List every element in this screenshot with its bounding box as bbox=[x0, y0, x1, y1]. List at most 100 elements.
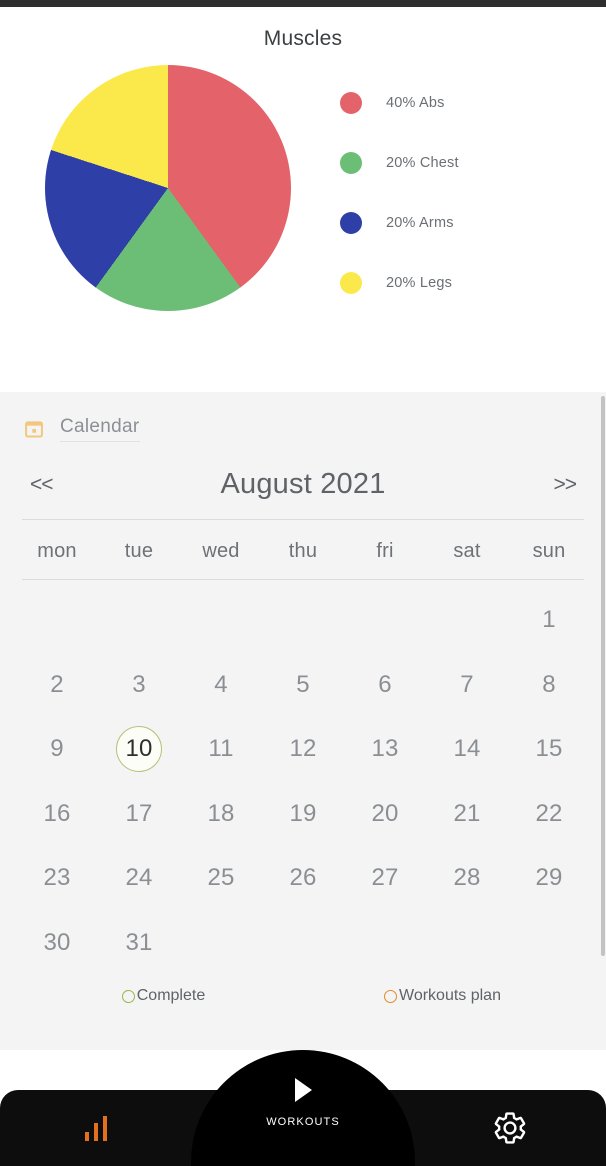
calendar-day-22[interactable]: 22 bbox=[508, 782, 590, 847]
calendar-day-label: 19 bbox=[289, 799, 317, 827]
calendar-day-27[interactable]: 27 bbox=[344, 846, 426, 911]
month-navigation: << August 2021 >> bbox=[0, 442, 606, 501]
calendar-day-empty bbox=[426, 911, 508, 976]
calendar-day-4[interactable]: 4 bbox=[180, 653, 262, 718]
calendar-day-16[interactable]: 16 bbox=[16, 782, 98, 847]
weekday-tue: tue bbox=[124, 540, 154, 562]
legend-label-legs: 20% Legs bbox=[386, 275, 453, 291]
circle-outline-icon-complete bbox=[121, 989, 135, 1003]
legend-color-swatch-abs bbox=[340, 92, 362, 114]
next-month-button[interactable]: >> bbox=[516, 473, 577, 497]
calendar-day-9[interactable]: 9 bbox=[16, 717, 98, 782]
legend-item-legs: 20% Legs bbox=[340, 253, 580, 313]
calendar-day-7[interactable]: 7 bbox=[426, 653, 508, 718]
calendar-day-21[interactable]: 21 bbox=[426, 782, 508, 847]
calendar-day-label: 20 bbox=[371, 799, 399, 827]
weekday-sun: sun bbox=[532, 540, 566, 562]
play-icon bbox=[294, 1078, 312, 1102]
pie-chart bbox=[45, 65, 291, 311]
calendar-day-28[interactable]: 28 bbox=[426, 846, 508, 911]
calendar-day-label bbox=[526, 920, 572, 966]
calendar-day-label: 2 bbox=[50, 670, 64, 698]
calendar-icon bbox=[25, 421, 43, 438]
legend-label-abs: 40% Abs bbox=[386, 95, 445, 111]
legend-item-abs: 40% Abs bbox=[340, 73, 580, 133]
calendar-day-13[interactable]: 13 bbox=[344, 717, 426, 782]
workouts-button-label: WORKOUTS bbox=[266, 1116, 340, 1128]
workouts-button[interactable]: WORKOUTS bbox=[191, 1050, 415, 1166]
calendar-day-6[interactable]: 6 bbox=[344, 653, 426, 718]
calendar-day-1[interactable]: 1 bbox=[508, 588, 590, 653]
nav-item-settings[interactable] bbox=[414, 1090, 606, 1166]
calendar-day-14[interactable]: 14 bbox=[426, 717, 508, 782]
calendar-day-empty bbox=[98, 588, 180, 653]
calendar-day-24[interactable]: 24 bbox=[98, 846, 180, 911]
nav-item-stats[interactable] bbox=[0, 1090, 192, 1166]
gear-icon bbox=[494, 1112, 526, 1144]
legend-item-complete: Complete bbox=[24, 987, 303, 1005]
calendar-day-label: 27 bbox=[371, 864, 399, 892]
scrollbar-thumb[interactable] bbox=[601, 396, 605, 956]
weekday-fri: fri bbox=[376, 540, 394, 562]
chart-legend: 40% Abs 20% Chest 20% Arms 20% Legs bbox=[340, 73, 580, 313]
calendar-day-30[interactable]: 30 bbox=[16, 911, 98, 976]
calendar-day-label: 10 bbox=[116, 726, 162, 773]
calendar-day-31[interactable]: 31 bbox=[98, 911, 180, 976]
calendar-day-label: 3 bbox=[132, 670, 146, 698]
calendar-day-label bbox=[362, 920, 408, 966]
calendar-day-empty bbox=[344, 588, 426, 653]
muscles-chart-card: Muscles 40% Abs 20% Chest 20% Arms 20% L… bbox=[0, 7, 606, 392]
calendar-day-26[interactable]: 26 bbox=[262, 846, 344, 911]
calendar-day-empty bbox=[180, 588, 262, 653]
calendar-day-label: 28 bbox=[453, 864, 481, 892]
calendar-week-row: 30 31 bbox=[0, 911, 606, 976]
calendar-day-empty bbox=[426, 588, 508, 653]
calendar-day-label: 14 bbox=[453, 735, 481, 763]
calendar-day-label: 29 bbox=[535, 864, 563, 892]
calendar-day-label bbox=[362, 597, 408, 643]
bar-chart-icon bbox=[85, 1116, 108, 1141]
calendar-day-label: 9 bbox=[50, 735, 64, 763]
calendar-day-label: 24 bbox=[125, 864, 153, 892]
calendar-day-label: 5 bbox=[296, 670, 310, 698]
calendar-day-label: 1 bbox=[542, 606, 556, 634]
calendar-week-row: 2 3 4 5 6 7 8 bbox=[0, 653, 606, 718]
calendar-day-10[interactable]: 10 bbox=[98, 717, 180, 782]
legend-label-complete: Complete bbox=[136, 987, 206, 1004]
calendar-day-5[interactable]: 5 bbox=[262, 653, 344, 718]
calendar-day-11[interactable]: 11 bbox=[180, 717, 262, 782]
calendar-day-label bbox=[34, 597, 80, 643]
calendar-day-label: 15 bbox=[535, 735, 563, 763]
calendar-day-label bbox=[116, 597, 162, 643]
weekday-thu: thu bbox=[288, 540, 318, 562]
calendar-day-label: 25 bbox=[207, 864, 235, 892]
calendar-day-label: 26 bbox=[289, 864, 317, 892]
calendar-day-17[interactable]: 17 bbox=[98, 782, 180, 847]
prev-month-button[interactable]: << bbox=[30, 473, 90, 497]
calendar-day-label bbox=[280, 597, 326, 643]
calendar-day-empty bbox=[16, 588, 98, 653]
weekday-sat: sat bbox=[453, 540, 481, 562]
calendar-day-25[interactable]: 25 bbox=[180, 846, 262, 911]
calendar-day-18[interactable]: 18 bbox=[180, 782, 262, 847]
calendar-day-19[interactable]: 19 bbox=[262, 782, 344, 847]
calendar-day-20[interactable]: 20 bbox=[344, 782, 426, 847]
calendar-week-row: 1 bbox=[0, 588, 606, 653]
calendar-day-3[interactable]: 3 bbox=[98, 653, 180, 718]
calendar-day-label: 4 bbox=[214, 670, 228, 698]
calendar-day-8[interactable]: 8 bbox=[508, 653, 590, 718]
month-title: August 2021 bbox=[220, 468, 386, 500]
chart-title: Muscles bbox=[263, 27, 343, 50]
calendar-legend: Complete Workouts plan bbox=[0, 987, 606, 1005]
legend-label-arms: 20% Arms bbox=[386, 215, 454, 231]
calendar-section-header: Calendar bbox=[0, 392, 606, 442]
calendar-day-23[interactable]: 23 bbox=[16, 846, 98, 911]
calendar-day-29[interactable]: 29 bbox=[508, 846, 590, 911]
calendar-day-12[interactable]: 12 bbox=[262, 717, 344, 782]
calendar-day-label: 8 bbox=[542, 670, 556, 698]
calendar-day-label bbox=[444, 597, 490, 643]
calendar-week-row: 9 10 11 12 13 14 15 bbox=[0, 717, 606, 782]
calendar-day-15[interactable]: 15 bbox=[508, 717, 590, 782]
legend-item-chest: 20% Chest bbox=[340, 133, 580, 193]
calendar-day-2[interactable]: 2 bbox=[16, 653, 98, 718]
